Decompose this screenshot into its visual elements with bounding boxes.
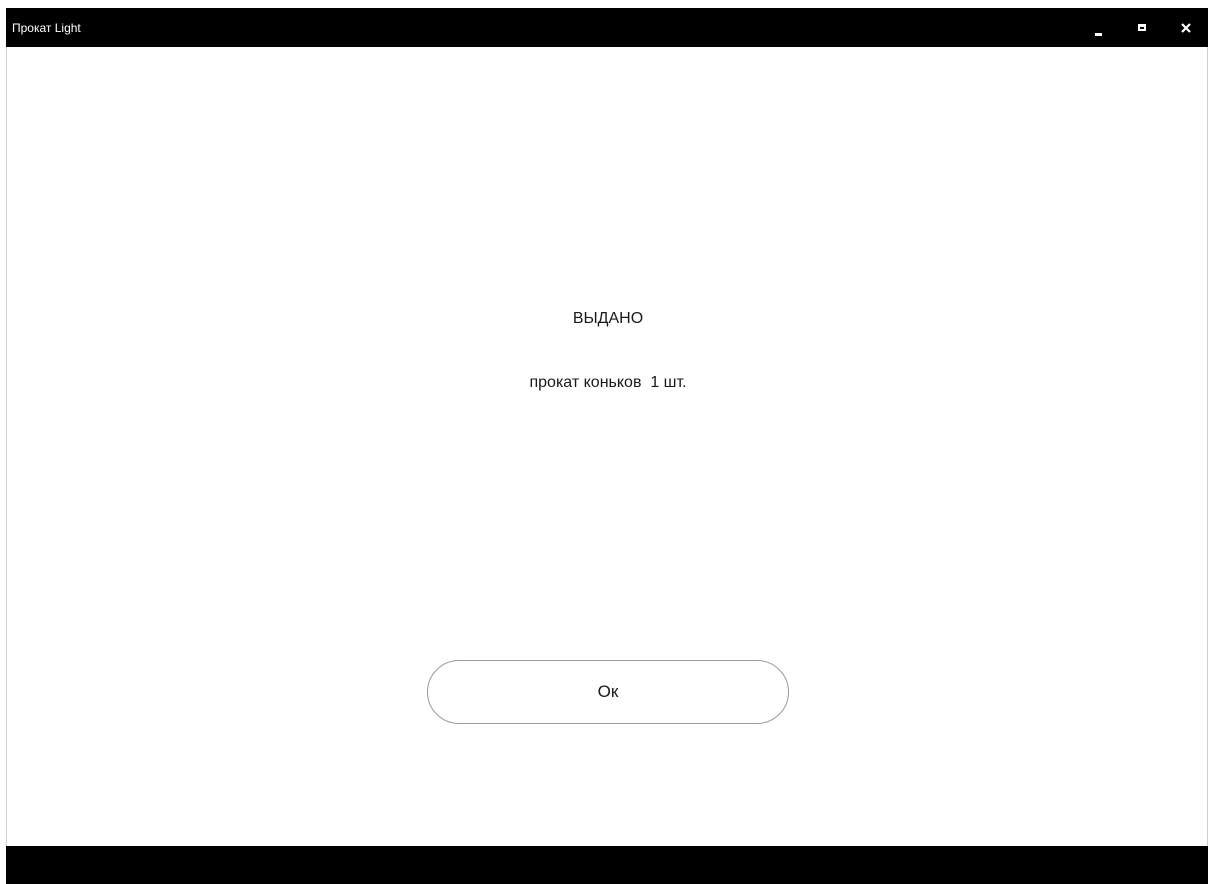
title-bar[interactable]: Прокат Light (6, 8, 1208, 47)
top-strip (0, 0, 1208, 8)
maximize-button[interactable] (1129, 13, 1159, 43)
bottom-bar (6, 846, 1208, 884)
maximize-icon (1138, 24, 1146, 31)
status-heading: ВЫДАНО (572, 310, 644, 327)
close-button[interactable] (1171, 13, 1201, 43)
screen: Прокат Light ВЫДАНО прокат коньков 1 шт.… (0, 0, 1208, 884)
dialog-content: ВЫДАНО прокат коньков 1 шт. Ок (6, 47, 1208, 846)
ok-button[interactable]: Ок (427, 660, 789, 724)
close-icon (1181, 23, 1191, 33)
window-title: Прокат Light (12, 21, 81, 35)
minimize-button[interactable] (1084, 13, 1114, 43)
app-window: Прокат Light ВЫДАНО прокат коньков 1 шт.… (6, 8, 1208, 884)
issued-item-message: прокат коньков 1 шт. (529, 374, 687, 391)
minimize-icon (1095, 33, 1102, 36)
